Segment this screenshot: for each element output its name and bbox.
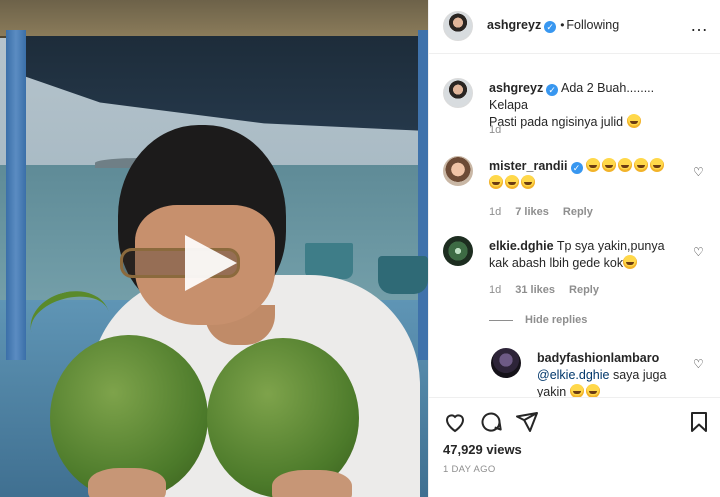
comment-reply-button[interactable]: Reply <box>569 284 599 296</box>
author-line: ashgreyz ✓ • Following <box>487 18 619 33</box>
reply-like-heart-icon[interactable]: ♡ <box>693 358 705 370</box>
comment-age[interactable]: 1d <box>489 206 501 218</box>
reply-mention-link[interactable]: @elkie.dghie <box>537 368 609 382</box>
hide-replies-button[interactable]: Hide replies <box>525 314 587 326</box>
comment-meta: 1d 7 likes Reply <box>489 206 607 218</box>
comment-like-heart-icon[interactable]: ♡ <box>693 246 705 258</box>
author-avatar[interactable] <box>443 78 473 108</box>
comment-text-line2: kak abash lbih gede kok <box>489 256 624 270</box>
video-roof <box>0 0 428 38</box>
rofl-emoji-icon <box>489 175 503 189</box>
comment-likes[interactable]: 31 likes <box>515 284 555 296</box>
commenter-avatar[interactable] <box>443 236 473 266</box>
comment-text-line1: Tp sya yakin,punya <box>556 239 665 253</box>
caption-body: ashgreyz ✓ Ada 2 Buah........ Kelapa Past… <box>489 80 689 131</box>
author-username[interactable]: ashgreyz <box>487 18 541 32</box>
separator-dot: • <box>560 18 565 32</box>
reply-text-line2: yakin <box>537 385 567 397</box>
reply-username[interactable]: badyfashionlambaro <box>537 351 659 365</box>
video-pole <box>418 30 428 360</box>
verified-badge-icon: ✓ <box>546 84 559 96</box>
comment-reply-button[interactable]: Reply <box>563 206 593 218</box>
play-icon[interactable] <box>185 235 237 291</box>
comment-likes[interactable]: 7 likes <box>515 206 549 218</box>
reply-text-line1: saya juga <box>612 368 667 382</box>
comments-list[interactable]: ashgreyz ✓ Ada 2 Buah........ Kelapa Past… <box>429 54 720 397</box>
view-count[interactable]: 47,929 views <box>443 442 522 457</box>
post-video[interactable] <box>0 0 428 497</box>
comment-body: elkie.dghie Tp sya yakin,punya kak abash… <box>489 238 689 272</box>
rofl-emoji-icon <box>521 175 535 189</box>
caption-age[interactable]: 1d <box>489 124 501 136</box>
hide-replies-divider <box>489 320 513 321</box>
laughing-emoji-icon <box>626 114 641 128</box>
post-side-panel: ashgreyz ✓ • Following … ashgreyz ✓ Ada 2 Bu… <box>428 0 720 497</box>
comment-like-heart-icon[interactable]: ♡ <box>693 166 705 178</box>
rofl-emoji-icon <box>634 158 648 172</box>
post-actions: 47,929 views 1 DAY AGO <box>429 397 720 497</box>
post-timestamp[interactable]: 1 DAY AGO <box>443 464 496 475</box>
video-bucket <box>305 243 353 279</box>
author-avatar[interactable] <box>443 11 473 41</box>
commenter-avatar[interactable] <box>443 156 473 186</box>
comment-username[interactable]: elkie.dghie <box>489 239 554 253</box>
grimacing-emoji-icon <box>585 384 600 397</box>
rofl-emoji-icon <box>586 158 600 172</box>
video-bowl <box>378 256 428 294</box>
comment-body: mister_randii ✓ <box>489 158 689 192</box>
replier-avatar[interactable] <box>491 348 521 378</box>
heart-icon[interactable] <box>443 410 467 434</box>
verified-badge-icon: ✓ <box>570 162 583 174</box>
video-hand <box>88 468 166 497</box>
caption-meta: 1d <box>489 124 515 136</box>
rofl-emoji-icon <box>602 158 616 172</box>
comment-username[interactable]: mister_randii <box>489 159 568 173</box>
video-pole <box>6 30 26 360</box>
rofl-emoji-icon <box>618 158 632 172</box>
rofl-emoji-icon <box>650 158 664 172</box>
video-hand <box>272 470 352 497</box>
bookmark-icon[interactable] <box>687 410 711 434</box>
kissing-emoji-icon <box>623 255 638 269</box>
laughing-emoji-icon <box>569 384 584 397</box>
comment-meta: 1d 31 likes Reply <box>489 284 613 296</box>
rofl-emoji-icon <box>505 175 519 189</box>
caption-username[interactable]: ashgreyz <box>489 81 543 95</box>
share-icon[interactable] <box>515 410 539 434</box>
verified-badge-icon: ✓ <box>544 21 557 33</box>
more-options-icon[interactable]: … <box>690 16 709 34</box>
post-header: ashgreyz ✓ • Following … <box>429 0 720 54</box>
comment-icon[interactable] <box>479 410 503 434</box>
reply-body: badyfashionlambaro @elkie.dghie saya jug… <box>537 350 689 397</box>
follow-status-button[interactable]: Following <box>566 18 619 32</box>
comment-age[interactable]: 1d <box>489 284 501 296</box>
